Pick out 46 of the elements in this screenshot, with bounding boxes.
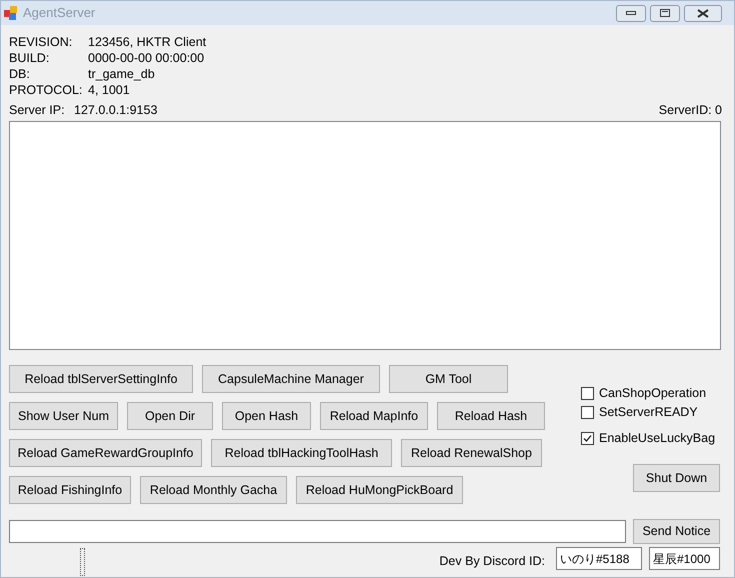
action-button[interactable]: Reload RenewalShop (401, 439, 542, 467)
field-label: REVISION: (9, 34, 74, 50)
minimize-button[interactable] (616, 4, 646, 22)
checkbox-label: CanShopOperation (599, 385, 706, 402)
action-button[interactable]: Open Dir (127, 402, 213, 430)
field-label: BUILD: (9, 50, 50, 66)
action-button[interactable]: Reload HuMongPickBoard (296, 476, 463, 504)
field-value: 123456, HKTR Client (88, 34, 206, 50)
checkbox-label: SetServerREADY (599, 404, 698, 422)
action-button[interactable]: Reload FishingInfo (9, 476, 131, 504)
action-button[interactable]: Show User Num (9, 402, 118, 430)
close-button[interactable] (684, 4, 722, 22)
app-icon (3, 5, 19, 21)
send-notice-button[interactable]: Send Notice (633, 519, 720, 544)
close-icon (697, 8, 709, 18)
checkbox-label: EnableUseLuckyBag (599, 430, 716, 448)
action-button[interactable]: Reload tblHackingToolHash (211, 439, 392, 467)
checkbox[interactable] (581, 432, 594, 445)
shut-down-button[interactable]: Shut Down (633, 464, 720, 492)
field-value: 0000-00-00 00:00:00 (88, 50, 204, 66)
field-label: PROTOCOL: (9, 82, 84, 98)
field-value: tr_game_db (88, 66, 155, 82)
minimize-icon (626, 11, 636, 15)
action-button[interactable]: Open Hash (222, 402, 311, 430)
discord-id-field[interactable]: いのり#5188 (556, 547, 642, 570)
action-button[interactable]: Reload tblServerSettingInfo (9, 365, 193, 393)
action-button[interactable]: Reload GameRewardGroupInfo (9, 439, 202, 467)
action-button[interactable]: GM Tool (389, 365, 508, 393)
maximize-button[interactable] (650, 4, 680, 22)
action-button[interactable]: CapsuleMachine Manager (202, 365, 380, 393)
action-button[interactable]: Reload Monthly Gacha (140, 476, 287, 504)
notice-input-field[interactable] (9, 520, 626, 543)
action-button[interactable]: Reload MapInfo (320, 402, 428, 430)
maximize-icon (660, 9, 670, 17)
server-ip-label: Server IP: (9, 102, 66, 118)
dev-label: Dev By Discord ID: (439, 553, 545, 570)
server-id-label: ServerID: 0 (658, 102, 722, 118)
window-title: AgentServer (23, 4, 96, 22)
checkbox[interactable] (581, 406, 594, 419)
field-value: 4, 1001 (88, 82, 130, 98)
discord-id-field[interactable]: 星辰#1000 (649, 547, 720, 570)
action-button[interactable]: Reload Hash (437, 402, 545, 430)
checkbox[interactable] (581, 387, 594, 400)
resize-handle[interactable] (80, 548, 85, 576)
field-label: DB: (9, 66, 31, 82)
server-ip-value: 127.0.0.1:9153 (74, 102, 158, 118)
